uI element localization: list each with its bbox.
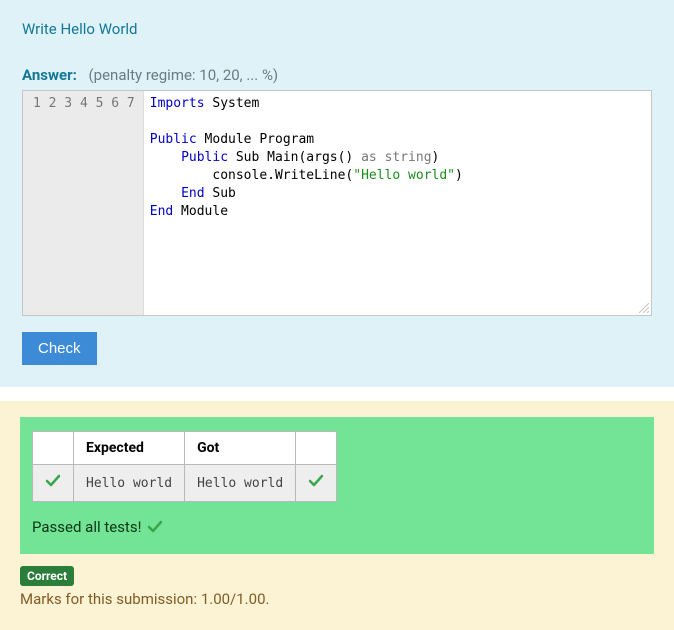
- code-line: Public Sub Main(args() as string): [150, 149, 645, 167]
- col-expected: Expected: [74, 432, 185, 465]
- question-title: Write Hello World: [22, 20, 652, 38]
- correct-badge: Correct: [20, 566, 74, 586]
- passed-all-tests: Passed all tests!: [32, 518, 642, 536]
- row-got-cell: Hello world: [185, 465, 296, 502]
- penalty-regime: (penalty regime: 10, 20, ... %): [89, 66, 279, 84]
- code-line: [150, 113, 645, 131]
- editor-gutter: 1 2 3 4 5 6 7: [23, 91, 144, 315]
- results-panel: Expected Got Hello worldHello world Pass…: [0, 401, 674, 630]
- answer-label: Answer:: [22, 66, 77, 84]
- check-icon: [308, 473, 324, 489]
- row-result-cell: [296, 465, 337, 502]
- feedback-block: Correct Marks for this submission: 1.00/…: [20, 554, 654, 608]
- col-got: Got: [185, 432, 296, 465]
- code-line: End Module: [150, 203, 645, 221]
- editor-resize-handle[interactable]: [639, 303, 649, 313]
- editor-code-area[interactable]: Imports System Public Module Program Pub…: [144, 91, 651, 315]
- code-line: Public Module Program: [150, 131, 645, 149]
- answer-row: Answer: (penalty regime: 10, 20, ... %): [22, 66, 652, 84]
- table-header-row: Expected Got: [33, 432, 337, 465]
- code-line: End Sub: [150, 185, 645, 203]
- check-button[interactable]: Check: [22, 332, 97, 365]
- row-status-cell: [33, 465, 74, 502]
- results-table: Expected Got Hello worldHello world: [32, 431, 337, 502]
- marks-line: Marks for this submission: 1.00/1.00.: [20, 590, 654, 608]
- code-line: Imports System: [150, 95, 645, 113]
- tests-pass-block: Expected Got Hello worldHello world Pass…: [20, 417, 654, 554]
- table-row: Hello worldHello world: [33, 465, 337, 502]
- col-status: [33, 432, 74, 465]
- code-editor[interactable]: 1 2 3 4 5 6 7 Imports System Public Modu…: [22, 90, 652, 316]
- passed-text: Passed all tests!: [32, 518, 141, 536]
- col-result: [296, 432, 337, 465]
- row-expected-cell: Hello world: [74, 465, 185, 502]
- check-icon: [147, 519, 163, 535]
- check-icon: [45, 473, 61, 489]
- question-panel: Write Hello World Answer: (penalty regim…: [0, 0, 674, 387]
- code-line: console.WriteLine("Hello world"): [150, 167, 645, 185]
